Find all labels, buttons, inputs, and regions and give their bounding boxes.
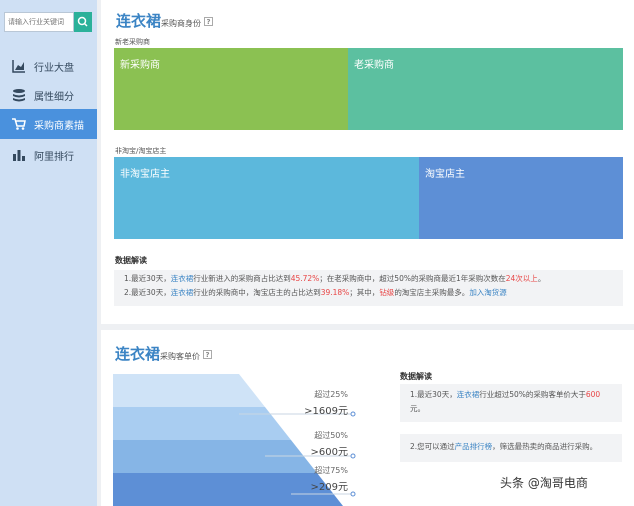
analysis-box: 1.最近30天，连衣裙行业新进入的采购商占比达到45.72%；在老采购商中，超过… <box>114 270 623 306</box>
funnel-label: 超过50% <box>314 431 348 440</box>
bar-chart-icon <box>13 150 25 161</box>
analysis-box-2: 2.您可以通过产品排行榜，筛选最热卖的商品进行采购。 <box>400 434 622 462</box>
block-label: 非淘宝店主 <box>120 169 170 180</box>
sidebar-item-label: 采购商素描 <box>34 120 84 132</box>
funnel-value: >1609元 <box>304 406 348 417</box>
funnel-value: >209元 <box>310 482 348 493</box>
search-input[interactable] <box>4 12 74 32</box>
block-label: 老采购商 <box>354 60 394 71</box>
funnel-label: 超过25% <box>314 390 348 399</box>
funnel-marker-dot <box>350 491 356 497</box>
product-ranking-link[interactable]: 产品排行榜 <box>455 442 493 451</box>
search-icon <box>77 16 88 27</box>
funnel-label: 超过75% <box>314 466 348 475</box>
sidebar-item-industry[interactable]: 行业大盘 <box>0 51 97 81</box>
analysis-title: 数据解读 <box>400 372 432 381</box>
panel-subtitle: 采购客单价 <box>160 352 201 361</box>
help-icon[interactable]: ? <box>204 17 214 26</box>
block-label: 新采购商 <box>120 60 160 71</box>
analysis-line-2: 2.最近30天，连衣裙行业的采购商中，淘宝店主的占比达到39.18%；其中，钻级… <box>124 288 507 297</box>
category-title: 连衣裙 <box>115 345 161 363</box>
sidebar: 行业大盘 属性细分 采购商素描 阿里排行 <box>0 0 97 506</box>
sidebar-item-buyer-profile[interactable]: 采购商素描 <box>0 109 97 139</box>
funnel-marker-dot <box>350 411 356 417</box>
search-box <box>4 12 92 32</box>
block-old-buyers[interactable]: 老采购商 <box>348 48 623 130</box>
analysis-title: 数据解读 <box>115 256 147 265</box>
sidebar-item-label: 阿里排行 <box>34 151 74 163</box>
help-icon[interactable]: ? <box>203 350 213 359</box>
area-chart-icon <box>12 60 25 73</box>
analysis-box-1: 1.最近30天，连衣裙行业超过50%的采购客单价大于600元。 <box>400 384 622 422</box>
funnel-level-1 <box>113 374 265 407</box>
funnel-level-2 <box>113 407 291 440</box>
analysis-line-1: 1.最近30天，连衣裙行业新进入的采购商占比达到45.72%；在老采购商中，超过… <box>124 274 546 283</box>
funnel-marker-dot <box>350 453 356 459</box>
sidebar-item-ranking[interactable]: 阿里排行 <box>0 140 97 170</box>
sidebar-item-label: 行业大盘 <box>34 62 74 74</box>
add-taobao-source-link[interactable]: 加入淘货源 <box>469 288 507 297</box>
cart-icon <box>12 118 26 130</box>
sidebar-item-label: 属性细分 <box>34 91 74 103</box>
block-label: 淘宝店主 <box>425 169 465 180</box>
funnel-value: >600元 <box>310 447 348 458</box>
watermark: 头条 @淘哥电商 <box>500 476 588 490</box>
panel-title: 连衣裙采购客单价? <box>115 343 213 364</box>
block-taobao-owners[interactable]: 淘宝店主 <box>419 157 623 239</box>
block-new-buyers[interactable]: 新采购商 <box>114 48 348 130</box>
block-non-taobao-owners[interactable]: 非淘宝店主 <box>114 157 419 239</box>
buyer-identity-panel: 连衣裙采购商身份? 新老采购商 新采购商 老采购商 非淘宝/淘宝店主 非淘宝店主… <box>101 0 634 324</box>
panel-subtitle: 采购商身份 <box>161 19 202 28</box>
search-button[interactable] <box>74 12 92 32</box>
panel-title: 连衣裙采购商身份? <box>116 10 214 31</box>
sidebar-item-attributes[interactable]: 属性细分 <box>0 80 97 110</box>
section-label-taobao: 非淘宝/淘宝店主 <box>115 147 167 155</box>
section-label-new-old: 新老采购商 <box>115 38 150 46</box>
category-title: 连衣裙 <box>116 12 162 30</box>
layers-icon <box>13 89 25 102</box>
